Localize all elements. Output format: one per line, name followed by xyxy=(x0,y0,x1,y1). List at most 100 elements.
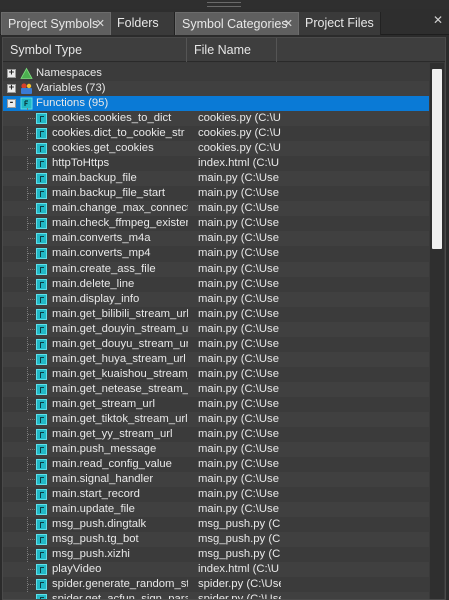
function-row[interactable]: main.get_yy_stream_url main.py (C:\Use xyxy=(3,427,429,442)
function-row[interactable]: spider.get_acfun_sign_para spider.py (C:\… xyxy=(3,592,429,599)
function-icon xyxy=(36,323,47,335)
vertical-scrollbar[interactable] xyxy=(430,63,444,599)
function-row[interactable]: main.check_ffmpeg_exister main.py (C:\Use xyxy=(3,216,429,231)
tree-category-function[interactable]: - Functions (95) xyxy=(3,96,429,112)
function-name: main.signal_handler xyxy=(52,473,154,486)
function-file: main.py (C:\Use xyxy=(198,427,279,440)
function-file: main.py (C:\Use xyxy=(198,172,279,185)
function-name: playVideo xyxy=(52,563,102,576)
function-name: spider.get_acfun_sign_para xyxy=(52,592,188,599)
tab-label: Folders xyxy=(117,16,159,30)
function-file: main.py (C:\Use xyxy=(198,412,279,425)
function-row[interactable]: main.create_ass_file main.py (C:\Use xyxy=(3,261,429,277)
function-row[interactable]: cookies.get_cookies cookies.py (C:\U xyxy=(3,141,429,157)
collapse-icon[interactable]: - xyxy=(7,99,16,109)
tab-label: Project Symbols xyxy=(8,17,99,31)
column-file-name[interactable]: File Name xyxy=(187,38,277,62)
tree-category-namespace[interactable]: + Namespaces xyxy=(3,66,429,81)
function-row[interactable]: main.change_max_connect main.py (C:\Use xyxy=(3,201,429,217)
tab-project-files[interactable]: Project Files xyxy=(299,12,381,35)
function-row[interactable]: cookies.dict_to_cookie_str cookies.py (C:… xyxy=(3,126,429,141)
function-row[interactable]: main.backup_file_start main.py (C:\Use xyxy=(3,186,429,201)
function-name: spider.generate_random_str xyxy=(52,578,188,591)
function-file: main.py (C:\Use xyxy=(198,247,279,260)
function-file: main.py (C:\Use xyxy=(198,187,279,200)
panel-close-icon[interactable]: ✕ xyxy=(432,9,444,32)
function-icon xyxy=(36,278,47,290)
function-name: main.backup_file xyxy=(52,172,137,185)
function-row[interactable]: main.get_bilibili_stream_url main.py (C:\… xyxy=(3,307,429,322)
function-row[interactable]: msg_push.xizhi msg_push.py (C xyxy=(3,547,429,562)
function-row[interactable]: main.get_kuaishou_stream_ main.py (C:\Use xyxy=(3,367,429,382)
function-icon xyxy=(36,128,47,140)
function-icon xyxy=(36,158,47,170)
tab-close-icon[interactable]: ✕ xyxy=(284,13,293,36)
function-row[interactable]: main.converts_mp4 main.py (C:\Use xyxy=(3,246,429,261)
function-row[interactable]: main.get_tiktok_stream_url main.py (C:\Us… xyxy=(3,411,429,427)
function-row[interactable]: main.get_netease_stream_u main.py (C:\Use xyxy=(3,381,429,397)
function-row[interactable]: playVideo index.html (C:\U xyxy=(3,562,429,578)
function-name: main.get_douyin_stream_ur xyxy=(52,322,188,335)
function-icon xyxy=(36,143,47,155)
function-row[interactable]: main.read_config_value main.py (C:\Use xyxy=(3,457,429,472)
function-row[interactable]: spider.generate_random_str spider.py (C:\… xyxy=(3,577,429,592)
function-row[interactable]: main.get_douyin_stream_ur main.py (C:\Use xyxy=(3,321,429,337)
function-icon xyxy=(36,428,47,440)
function-file: cookies.py (C:\U xyxy=(198,127,281,140)
function-icon xyxy=(36,489,47,501)
function-row[interactable]: main.update_file main.py (C:\Use xyxy=(3,502,429,518)
tree-category-variable[interactable]: + Variables (73) xyxy=(3,81,429,97)
function-row[interactable]: main.get_stream_url main.py (C:\Use xyxy=(3,397,429,412)
scrollbar-thumb[interactable] xyxy=(432,69,442,249)
function-row[interactable]: msg_push.tg_bot msg_push.py (C xyxy=(3,532,429,548)
function-name: cookies.get_cookies xyxy=(52,142,154,155)
function-row[interactable]: main.get_huya_stream_url main.py (C:\Use xyxy=(3,351,429,367)
function-icon xyxy=(36,368,47,380)
function-file: main.py (C:\Use xyxy=(198,367,279,380)
tab-symbol-categories[interactable]: Symbol Categories ✕ xyxy=(175,12,299,35)
function-row[interactable]: main.push_message main.py (C:\Use xyxy=(3,442,429,457)
tree-branch-line xyxy=(28,268,35,270)
function-file: main.py (C:\Use xyxy=(198,307,279,320)
function-row[interactable]: main.converts_m4a main.py (C:\Use xyxy=(3,231,429,247)
function-row[interactable]: main.display_info main.py (C:\Use xyxy=(3,291,429,307)
column-symbol-type[interactable]: Symbol Type xyxy=(3,38,187,62)
function-row[interactable]: main.get_douyu_stream_url main.py (C:\Use xyxy=(3,337,429,352)
tab-project-symbols[interactable]: Project Symbols ✕ xyxy=(1,12,111,35)
function-row[interactable]: main.start_record main.py (C:\Use xyxy=(3,487,429,502)
function-name: main.start_record xyxy=(52,488,140,501)
function-icon xyxy=(36,383,47,395)
function-file: msg_push.py (C xyxy=(198,518,281,531)
function-name: main.read_config_value xyxy=(52,458,172,471)
function-row[interactable]: cookies.cookies_to_dict cookies.py (C:\U xyxy=(3,111,429,127)
function-file: cookies.py (C:\U xyxy=(198,112,281,125)
function-row[interactable]: main.signal_handler main.py (C:\Use xyxy=(3,472,429,488)
expand-icon[interactable]: + xyxy=(7,69,16,78)
expand-icon[interactable]: + xyxy=(7,84,16,94)
tab-close-icon[interactable]: ✕ xyxy=(96,13,105,36)
panel-drag-grip[interactable] xyxy=(0,0,449,9)
function-icon xyxy=(36,519,47,531)
function-file: main.py (C:\Use xyxy=(198,443,279,455)
function-file: main.py (C:\Use xyxy=(198,322,279,335)
function-icon xyxy=(36,534,47,546)
category-label: Variables (73) xyxy=(36,82,106,95)
function-name: main.get_douyu_stream_url xyxy=(52,337,188,350)
function-icon xyxy=(36,594,47,599)
function-icon xyxy=(36,218,47,230)
function-row[interactable]: msg_push.dingtalk msg_push.py (C xyxy=(3,517,429,532)
tab-folders[interactable]: Folders xyxy=(111,12,175,35)
function-icon xyxy=(36,564,47,576)
function-row[interactable]: httpToHttps index.html (C:\U xyxy=(3,156,429,171)
function-row[interactable]: main.backup_file main.py (C:\Use xyxy=(3,171,429,187)
tree-branch-line xyxy=(28,178,35,180)
function-icon xyxy=(36,263,47,275)
function-icon xyxy=(36,308,47,320)
function-file: spider.py (C:\Use xyxy=(198,578,281,591)
tree-branch-line xyxy=(28,449,35,450)
function-name: msg_push.dingtalk xyxy=(52,518,147,531)
function-name: main.display_info xyxy=(52,292,140,305)
function-icon xyxy=(36,474,47,486)
column-header: Symbol Type File Name xyxy=(3,38,445,62)
function-row[interactable]: main.delete_line main.py (C:\Use xyxy=(3,277,429,292)
